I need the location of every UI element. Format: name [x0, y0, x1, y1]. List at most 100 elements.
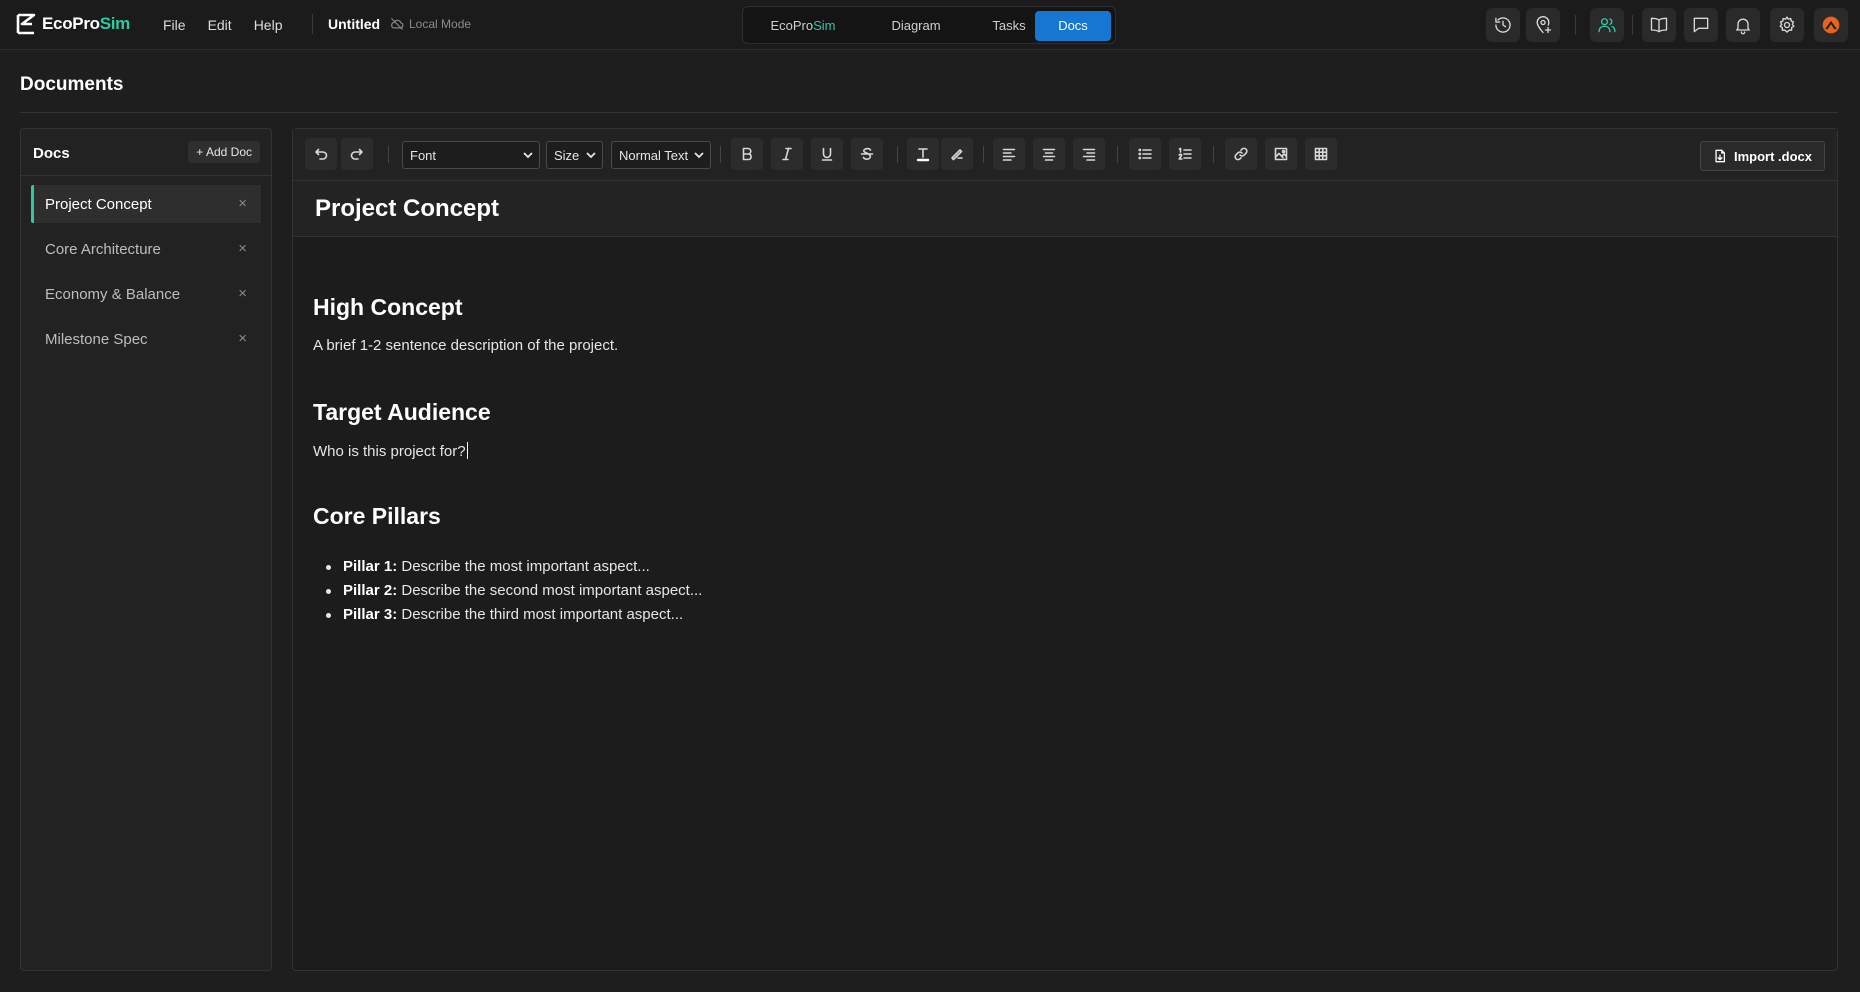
local-mode-label: Local Mode	[409, 17, 472, 31]
docs-sidebar: Docs + Add Doc Project Concept × Core Ar…	[20, 128, 272, 971]
guide-button[interactable]	[1642, 8, 1676, 42]
italic-button[interactable]	[771, 138, 803, 170]
menu-help[interactable]: Help	[254, 17, 283, 33]
text-style-select[interactable]: Normal Text	[611, 141, 711, 169]
comments-button[interactable]	[1684, 8, 1718, 42]
pillars-list: Pillar 1: Describe the most important as…	[313, 557, 702, 629]
user-avatar-button[interactable]	[1814, 8, 1848, 42]
editor-toolbar: Font Size Normal Text Import .docx	[293, 129, 1837, 181]
chevron-down-icon	[586, 152, 596, 159]
settings-button[interactable]	[1770, 8, 1804, 42]
numbered-list-icon	[1178, 147, 1192, 160]
paragraph-target-audience: Who is this project for?	[313, 442, 468, 460]
underline-button[interactable]	[811, 138, 843, 170]
close-icon[interactable]: ×	[238, 241, 247, 257]
bullet-list-icon	[1138, 148, 1152, 160]
table-icon	[1314, 147, 1328, 161]
chat-icon	[1693, 17, 1709, 33]
size-select[interactable]: Size	[546, 141, 603, 169]
list-item: Pillar 1: Describe the most important as…	[313, 557, 702, 581]
chevron-down-icon	[694, 152, 704, 159]
book-icon	[1650, 17, 1668, 33]
toolbar-separator	[720, 146, 721, 163]
strikethrough-button[interactable]	[851, 138, 883, 170]
bell-icon	[1736, 18, 1750, 35]
bold-button[interactable]	[731, 138, 763, 170]
tab-diagram[interactable]: Diagram	[867, 11, 965, 41]
doc-item-core-architecture[interactable]: Core Architecture ×	[31, 230, 261, 268]
page-title: Documents	[20, 74, 124, 95]
doc-item-project-concept[interactable]: Project Concept ×	[31, 185, 261, 223]
list-item: Pillar 3: Describe the third most import…	[313, 605, 702, 629]
app-logo[interactable]: EcoProSim	[16, 13, 130, 35]
undo-icon	[315, 148, 328, 160]
avatar-icon	[1822, 16, 1840, 34]
align-center-button[interactable]	[1033, 138, 1065, 170]
align-left-icon	[1002, 148, 1016, 161]
toolbar-separator	[983, 146, 984, 163]
highlight-button[interactable]	[941, 138, 973, 170]
cloud-off-icon	[391, 18, 404, 30]
tab-docs[interactable]: Docs	[1035, 11, 1111, 41]
doc-item-label: Project Concept	[45, 195, 152, 213]
notifications-button[interactable]	[1726, 8, 1760, 42]
redo-icon	[350, 148, 363, 160]
font-select[interactable]: Font	[402, 141, 540, 169]
sidebar-divider	[21, 175, 271, 176]
doc-item-label: Milestone Spec	[45, 330, 148, 348]
close-icon[interactable]: ×	[238, 286, 247, 302]
insert-image-button[interactable]	[1265, 138, 1297, 170]
doc-item-label: Economy & Balance	[45, 285, 181, 303]
link-icon	[1234, 147, 1248, 161]
align-right-button[interactable]	[1073, 138, 1105, 170]
redo-button[interactable]	[341, 138, 373, 170]
menu-file[interactable]: File	[163, 17, 186, 33]
page-divider	[20, 112, 1838, 113]
main-menu: File Edit Help	[163, 17, 282, 33]
close-icon[interactable]: ×	[238, 331, 247, 347]
document-title[interactable]: Project Concept	[315, 195, 499, 223]
document-editor: Font Size Normal Text Import .docx Proje…	[292, 128, 1838, 971]
text-cursor	[466, 442, 468, 459]
insert-table-button[interactable]	[1305, 138, 1337, 170]
tab-ecoprosim[interactable]: EcoProSim	[747, 11, 859, 41]
heading-core-pillars: Core Pillars	[313, 503, 441, 529]
align-center-icon	[1042, 148, 1056, 161]
paragraph-high-concept: A brief 1-2 sentence description of the …	[313, 337, 619, 354]
text-color-button[interactable]	[907, 138, 939, 170]
doc-item-economy-balance[interactable]: Economy & Balance ×	[31, 275, 261, 313]
import-label: Import .docx	[1733, 148, 1812, 164]
highlighter-icon	[951, 149, 963, 161]
document-title-bar: Project Concept	[293, 181, 1837, 237]
insert-link-button[interactable]	[1225, 138, 1257, 170]
align-left-button[interactable]	[993, 138, 1025, 170]
toolbar-separator	[388, 146, 389, 163]
project-title[interactable]: Untitled	[328, 16, 380, 32]
logo-icon	[16, 13, 36, 35]
add-location-button[interactable]	[1526, 8, 1560, 42]
heading-target-audience: Target Audience	[313, 399, 491, 425]
numbered-list-button[interactable]	[1169, 138, 1201, 170]
icon-divider	[1575, 15, 1576, 35]
doc-item-milestone-spec[interactable]: Milestone Spec ×	[31, 320, 261, 358]
collaborators-button[interactable]	[1590, 8, 1624, 42]
image-icon	[1274, 147, 1288, 161]
add-doc-button[interactable]: + Add Doc	[188, 141, 260, 163]
doc-item-label: Core Architecture	[45, 240, 161, 258]
history-button[interactable]	[1486, 8, 1520, 42]
users-icon	[1598, 18, 1616, 33]
strikethrough-icon	[860, 147, 874, 160]
menu-edit[interactable]: Edit	[208, 17, 232, 33]
undo-button[interactable]	[305, 138, 337, 170]
align-right-icon	[1082, 148, 1096, 161]
sidebar-title: Docs	[33, 145, 70, 162]
toolbar-separator	[1117, 146, 1118, 163]
close-icon[interactable]: ×	[238, 196, 247, 212]
italic-icon	[782, 147, 792, 161]
heading-high-concept: High Concept	[313, 294, 463, 320]
history-icon	[1495, 17, 1511, 33]
toolbar-separator	[1213, 146, 1214, 163]
toolbar-separator	[897, 146, 898, 163]
bullet-list-button[interactable]	[1129, 138, 1161, 170]
import-docx-button[interactable]: Import .docx	[1699, 141, 1825, 171]
